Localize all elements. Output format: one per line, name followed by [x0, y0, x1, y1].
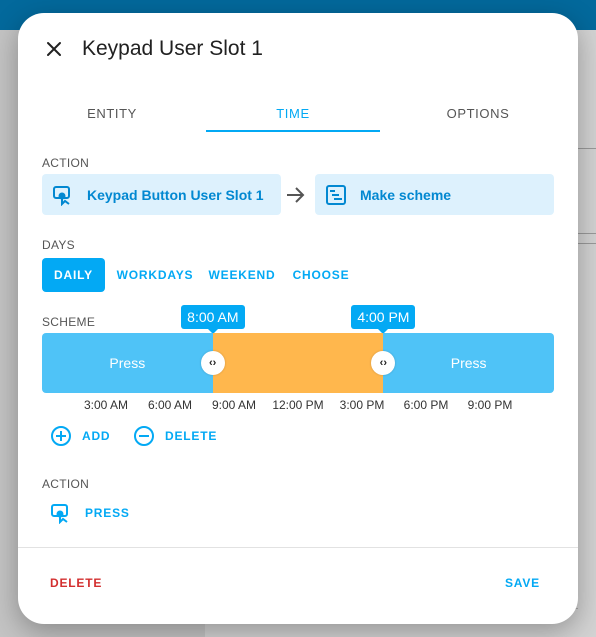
scheme-section-label: SCHEME — [42, 315, 96, 329]
background-divider — [578, 243, 596, 244]
scheme-timeline[interactable]: Press Press ‹› ‹› — [42, 333, 554, 393]
time-axis-tick: 6:00 PM — [403, 398, 449, 412]
time-axis-tick: 9:00 PM — [467, 398, 513, 412]
resize-handle-icon: ‹› — [379, 357, 387, 369]
tab-indicator — [206, 130, 380, 132]
time-axis-tick: 3:00 AM — [83, 398, 129, 412]
scheme-mode-chip[interactable]: Make scheme — [315, 174, 554, 215]
segment-action-button[interactable]: PRESS — [50, 501, 130, 525]
delete-segment-button[interactable]: DELETE — [133, 424, 217, 448]
timeline-segment[interactable]: Press — [42, 333, 213, 393]
day-option-daily[interactable]: DAILY — [42, 258, 105, 292]
add-segment-button[interactable]: ADD — [50, 424, 110, 448]
tab-entity-label: ENTITY — [87, 105, 137, 121]
minus-circle-icon — [134, 426, 154, 446]
end-time-marker: 4:00 PM — [351, 305, 416, 329]
segment-action-value: PRESS — [85, 506, 130, 520]
segment-action-label: ACTION — [42, 477, 90, 491]
schedule-dialog: Keypad User Slot 1 ENTITY TIME OPTIONS A… — [18, 13, 578, 624]
entity-chip[interactable]: Keypad Button User Slot 1 — [42, 174, 281, 215]
time-axis-tick: 12:00 PM — [272, 398, 324, 412]
time-axis-tick: 6:00 AM — [147, 398, 193, 412]
timeline-segment[interactable]: Press — [383, 333, 554, 393]
close-button[interactable] — [40, 35, 68, 63]
tab-time[interactable]: TIME — [206, 95, 380, 131]
day-option-label: DAILY — [54, 268, 93, 282]
segment-resize-handle[interactable]: ‹› — [200, 351, 225, 375]
delete-segment-label: DELETE — [165, 429, 218, 443]
day-option-label: WEEKEND — [208, 268, 276, 282]
keypad-button-icon — [52, 184, 74, 206]
resize-handle-icon: ‹› — [208, 357, 217, 369]
scheme-icon — [325, 184, 347, 206]
day-option-weekend[interactable]: WEEKEND — [204, 258, 280, 292]
tab-time-label: TIME — [276, 105, 310, 121]
days-section-label: DAYS — [42, 238, 75, 252]
timeline-segment[interactable] — [212, 333, 384, 393]
segment-label: Press — [109, 355, 146, 371]
save-button[interactable]: SAVE — [505, 571, 540, 595]
arrow-right-icon — [287, 187, 305, 203]
footer-divider — [18, 547, 578, 548]
tab-entity[interactable]: ENTITY — [26, 95, 198, 131]
action-section-label: ACTION — [42, 156, 90, 170]
add-segment-label: ADD — [82, 429, 111, 443]
day-option-label: CHOOSE — [292, 268, 350, 282]
day-option-label: WORKDAYS — [116, 268, 194, 282]
plus-circle-icon — [51, 426, 71, 446]
keypad-press-icon — [51, 504, 68, 524]
close-icon — [47, 42, 61, 56]
time-axis-tick: 9:00 AM — [211, 398, 257, 412]
time-axis-tick: 3:00 PM — [339, 398, 385, 412]
background-divider — [578, 233, 596, 234]
background-divider — [578, 148, 596, 149]
scheme-mode-label: Make scheme — [360, 186, 452, 203]
entity-chip-label: Keypad Button User Slot 1 — [87, 186, 264, 203]
tab-options-label: OPTIONS — [446, 105, 510, 121]
day-option-choose[interactable]: CHOOSE — [286, 258, 356, 292]
start-time-marker: 8:00 AM — [181, 305, 245, 329]
tab-options[interactable]: OPTIONS — [388, 95, 568, 131]
day-option-workdays[interactable]: WORKDAYS — [112, 258, 198, 292]
delete-button[interactable]: DELETE — [50, 571, 102, 595]
segment-label: Press — [450, 355, 487, 371]
dialog-title: Keypad User Slot 1 — [82, 37, 263, 60]
